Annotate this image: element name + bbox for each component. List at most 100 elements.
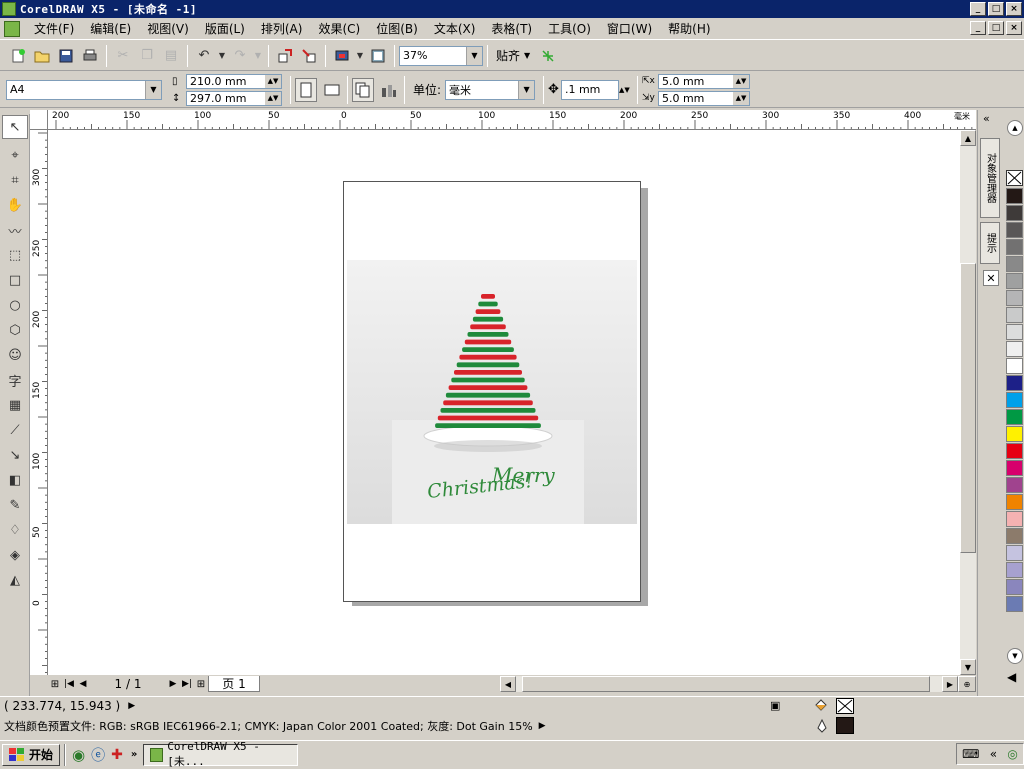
fill-tool-icon[interactable]: ◈ xyxy=(2,543,28,567)
first-page-icon[interactable]: |◀ xyxy=(62,679,76,689)
start-button[interactable]: 开始 xyxy=(2,743,61,766)
vertical-scroll-thumb[interactable] xyxy=(960,263,976,553)
eyedropper-tool-icon[interactable]: ✎ xyxy=(2,493,28,517)
undo-icon[interactable]: ↶ xyxy=(193,45,215,67)
copy-icon[interactable]: ❐ xyxy=(136,45,158,67)
page-tab[interactable]: 页 1 xyxy=(208,676,260,692)
status-expand-icon[interactable]: ▶ xyxy=(128,701,135,711)
fill-none-swatch[interactable] xyxy=(836,698,854,714)
print-icon[interactable] xyxy=(79,45,101,67)
scroll-down-icon[interactable]: ▼ xyxy=(960,659,976,675)
ruler-origin[interactable] xyxy=(30,110,48,130)
color-swatch[interactable] xyxy=(1006,562,1023,578)
last-page-icon[interactable]: ▶| xyxy=(180,679,194,689)
color-swatch[interactable] xyxy=(1006,256,1023,272)
next-page-icon[interactable]: ▶ xyxy=(166,679,180,689)
connector-tool-icon[interactable]: ↘ xyxy=(2,443,28,467)
smart-fill-tool-icon[interactable]: ⬚ xyxy=(2,243,28,267)
freehand-tool-icon[interactable]: 〰 xyxy=(2,218,28,242)
current-page-button[interactable] xyxy=(378,78,400,102)
document-color-profile[interactable]: 文档颜色预置文件: RGB: sRGB IEC61966-2.1; CMYK: … xyxy=(4,718,533,734)
export-icon[interactable] xyxy=(298,45,320,67)
import-icon[interactable] xyxy=(274,45,296,67)
save-icon[interactable] xyxy=(55,45,77,67)
scroll-right-icon[interactable]: ▶ xyxy=(942,676,958,692)
launcher-dropdown-icon[interactable]: ▼ xyxy=(355,45,365,67)
color-swatch[interactable] xyxy=(1006,545,1023,561)
menu-edit[interactable]: 编辑(E) xyxy=(82,20,139,37)
minimize-button[interactable]: _ xyxy=(970,2,986,16)
menu-table[interactable]: 表格(T) xyxy=(483,20,540,37)
object-manager-tab[interactable]: 对象管理器 xyxy=(980,138,1000,218)
color-swatch[interactable] xyxy=(1006,460,1023,476)
color-swatch[interactable] xyxy=(1006,290,1023,306)
cut-icon[interactable]: ✂ xyxy=(112,45,134,67)
restore-button[interactable]: □ xyxy=(988,2,1004,16)
blend-tool-icon[interactable]: ◧ xyxy=(2,468,28,492)
docker-collapse-icon[interactable]: « xyxy=(983,112,990,125)
app-quicklaunch-icon[interactable]: ✚ xyxy=(111,747,123,763)
scroll-up-icon[interactable]: ▲ xyxy=(960,130,976,146)
page-height-field[interactable]: 297.0 mm ▲▼ xyxy=(186,90,282,106)
color-swatch[interactable] xyxy=(1006,528,1023,544)
units-combo[interactable]: 毫米 ▼ xyxy=(445,79,536,100)
landscape-button[interactable] xyxy=(321,78,343,102)
color-swatch[interactable] xyxy=(1006,307,1023,323)
redo-icon[interactable]: ↷ xyxy=(229,45,251,67)
spin-arrows-icon[interactable]: ▲▼ xyxy=(732,91,749,105)
menu-bitmaps[interactable]: 位图(B) xyxy=(368,20,426,37)
christmas-artwork[interactable]: Merry Christmas! xyxy=(344,182,640,601)
duplicate-distance-y-field[interactable]: 5.0 mm ▲▼ xyxy=(657,90,750,106)
interactive-fill-tool-icon[interactable]: ◭ xyxy=(2,568,28,592)
coreldraw-app-icon[interactable] xyxy=(2,2,16,16)
tray-keyboard-icon[interactable]: ⌨ xyxy=(962,747,979,761)
ellipse-tool-icon[interactable]: ○ xyxy=(2,293,28,317)
color-swatch[interactable] xyxy=(1006,392,1023,408)
zoom-level-combo[interactable]: 37% ▼ xyxy=(399,45,483,66)
menu-file[interactable]: 文件(F) xyxy=(26,20,82,37)
color-swatch[interactable] xyxy=(1006,324,1023,340)
text-tool-icon[interactable]: 字 xyxy=(2,368,28,392)
color-swatch[interactable] xyxy=(1006,477,1023,493)
document-icon[interactable] xyxy=(4,20,20,37)
rectangle-tool-icon[interactable]: □ xyxy=(2,268,28,292)
hints-tab[interactable]: 提示 xyxy=(980,222,1000,264)
new-document-icon[interactable] xyxy=(7,45,29,67)
docker-close-icon[interactable]: ✕ xyxy=(983,270,999,286)
ie-quicklaunch-icon[interactable]: ⓔ xyxy=(91,745,105,765)
color-swatch[interactable] xyxy=(1006,494,1023,510)
options-icon[interactable] xyxy=(537,45,559,67)
profile-expand-icon[interactable]: ▶ xyxy=(539,721,546,731)
vertical-scrollbar[interactable]: ▲ ▼ xyxy=(960,130,976,675)
zoom-navigator-icon[interactable]: ⊕ xyxy=(958,676,976,692)
menu-view[interactable]: 视图(V) xyxy=(139,20,197,37)
snap-to-label[interactable]: 贴齐 xyxy=(496,47,520,64)
close-button[interactable]: × xyxy=(1006,2,1022,16)
page-width-field[interactable]: 210.0 mm ▲▼ xyxy=(186,73,282,89)
horizontal-scroll-track[interactable] xyxy=(516,676,942,692)
tray-network-icon[interactable]: ◎ xyxy=(1007,747,1017,761)
vertical-ruler[interactable]: 300 250 200 150 100 50 0 xyxy=(30,130,48,675)
chevron-down-icon[interactable]: ▼ xyxy=(145,80,161,99)
outline-color-swatch[interactable] xyxy=(836,717,854,734)
welcome-screen-icon[interactable] xyxy=(367,45,389,67)
duplicate-distance-x-field[interactable]: 5.0 mm ▲▼ xyxy=(657,73,750,89)
color-swatch[interactable] xyxy=(1006,205,1023,221)
menu-arrange[interactable]: 排列(A) xyxy=(253,20,311,37)
doc-minimize-button[interactable]: _ xyxy=(970,21,986,35)
menu-layout[interactable]: 版面(L) xyxy=(197,20,253,37)
menu-help[interactable]: 帮助(H) xyxy=(660,20,718,37)
add-page-icon[interactable]: ⊞ xyxy=(48,679,62,690)
chevron-down-icon[interactable]: ▼ xyxy=(466,46,482,65)
color-swatch[interactable] xyxy=(1006,188,1023,204)
nudge-spin-icon[interactable]: ▲▼ xyxy=(618,79,633,100)
menu-effects[interactable]: 效果(C) xyxy=(310,20,368,37)
tray-expand-icon[interactable]: « xyxy=(990,747,997,761)
paper-size-combo[interactable]: A4 ▼ xyxy=(6,79,162,100)
horizontal-scroll-thumb[interactable] xyxy=(522,676,930,692)
color-swatch[interactable] xyxy=(1006,239,1023,255)
color-swatch[interactable] xyxy=(1006,511,1023,527)
snap-dropdown-icon[interactable]: ▼ xyxy=(524,51,530,60)
document-page[interactable]: Merry Christmas! xyxy=(343,181,641,602)
taskbar-coreldraw-item[interactable]: CorelDRAW X5 - [未... xyxy=(143,740,299,768)
